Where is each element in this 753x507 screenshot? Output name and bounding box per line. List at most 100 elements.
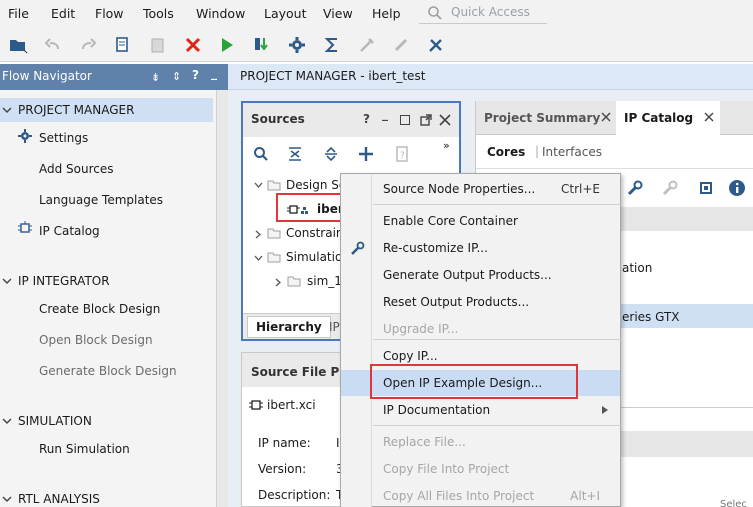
minimize-icon[interactable]: _ bbox=[211, 66, 217, 80]
close-icon[interactable] bbox=[439, 114, 451, 126]
menu-item-upgrade-ip[interactable]: Upgrade IP... bbox=[373, 317, 620, 341]
wrench-disabled-icon[interactable] bbox=[661, 179, 679, 197]
page-title: PROJECT MANAGER - ibert_test bbox=[240, 69, 426, 83]
more-icon[interactable]: » bbox=[443, 139, 450, 152]
nav-settings[interactable]: Settings bbox=[39, 131, 88, 145]
expand-all-icon[interactable] bbox=[323, 146, 339, 162]
settings-gear-icon[interactable] bbox=[287, 35, 307, 55]
menu-item-reset-output-products[interactable]: Reset Output Products... bbox=[373, 290, 620, 314]
copy-icon[interactable] bbox=[113, 35, 133, 55]
open-project-icon[interactable] bbox=[8, 35, 28, 55]
chevron-right-icon[interactable] bbox=[254, 230, 263, 239]
debug-tool-icon[interactable] bbox=[426, 35, 446, 55]
tab-project-summary-label: Project Summary bbox=[484, 111, 601, 125]
collapse-all-icon[interactable]: ⇟ bbox=[151, 71, 160, 84]
help-icon[interactable]: ? bbox=[192, 68, 199, 82]
tab-ip-sources[interactable]: IP bbox=[329, 320, 340, 334]
menu-item-replace-file[interactable]: Replace File... bbox=[373, 430, 620, 454]
wrench-icon[interactable] bbox=[626, 179, 644, 197]
menu-view[interactable]: View bbox=[323, 6, 353, 21]
subtab-interfaces[interactable]: Interfaces bbox=[542, 145, 602, 159]
redo-icon[interactable] bbox=[78, 35, 98, 55]
search-icon[interactable] bbox=[253, 146, 269, 162]
delete-icon[interactable] bbox=[183, 35, 203, 55]
nav-generate-block-design[interactable]: Generate Block Design bbox=[39, 364, 177, 378]
float-icon[interactable] bbox=[420, 114, 432, 126]
menu-tools[interactable]: Tools bbox=[143, 6, 174, 21]
quick-access-search[interactable]: Quick Access bbox=[419, 2, 547, 24]
paste-icon[interactable] bbox=[148, 35, 168, 55]
section-ip-integrator[interactable]: IP INTEGRATOR bbox=[18, 274, 110, 288]
add-icon[interactable] bbox=[358, 146, 374, 162]
help-icon[interactable]: ? bbox=[363, 112, 370, 126]
expand-all-icon[interactable]: ⇕ bbox=[172, 70, 181, 83]
tab-hierarchy[interactable]: Hierarchy bbox=[247, 316, 331, 338]
ip-catalog-subtabs: Cores | Interfaces bbox=[476, 135, 753, 169]
tab-project-summary[interactable]: Project Summary bbox=[476, 101, 614, 135]
minimize-icon[interactable]: _ bbox=[382, 107, 388, 121]
flow-navigator-scrollbar[interactable] bbox=[216, 90, 228, 507]
sigma-icon[interactable] bbox=[322, 35, 342, 55]
undo-icon[interactable] bbox=[43, 35, 63, 55]
chevron-down-icon[interactable] bbox=[2, 105, 12, 115]
close-icon[interactable] bbox=[704, 112, 714, 122]
menu-item-copy-file-into-project[interactable]: Copy File Into Project bbox=[373, 457, 620, 481]
nav-language-templates[interactable]: Language Templates bbox=[39, 193, 163, 207]
menu-window[interactable]: Window bbox=[196, 6, 245, 21]
info-icon[interactable] bbox=[728, 179, 746, 197]
section-simulation[interactable]: SIMULATION bbox=[18, 414, 92, 428]
context-menu-icon-gutter bbox=[341, 174, 372, 507]
menu-edit[interactable]: Edit bbox=[51, 6, 75, 21]
tree-constraints[interactable]: Constrain bbox=[286, 226, 344, 240]
nav-open-block-design[interactable]: Open Block Design bbox=[39, 333, 153, 347]
tree-design-sources[interactable]: Design So bbox=[286, 178, 346, 192]
properties-icon[interactable]: ? bbox=[394, 146, 410, 162]
run-icon[interactable] bbox=[217, 35, 237, 55]
menu-help[interactable]: Help bbox=[372, 6, 401, 21]
submenu-arrow-icon bbox=[602, 406, 608, 414]
flow-navigator-header: Flow Navigator ⇟ ⇕ ? _ bbox=[0, 64, 228, 90]
subtab-cores[interactable]: Cores bbox=[487, 145, 525, 159]
section-project-manager[interactable]: PROJECT MANAGER bbox=[18, 103, 134, 117]
chevron-down-icon[interactable] bbox=[2, 416, 12, 426]
nav-run-simulation[interactable]: Run Simulation bbox=[39, 442, 130, 456]
nav-ip-catalog[interactable]: IP Catalog bbox=[39, 224, 100, 238]
maximize-icon[interactable] bbox=[400, 115, 410, 125]
menu-item-label: Re-customize IP... bbox=[383, 241, 488, 255]
project-manager-bar: PROJECT MANAGER - ibert_test bbox=[228, 64, 753, 90]
menu-item-source-node-properties[interactable]: Source Node Properties... Ctrl+E bbox=[373, 177, 620, 201]
section-rtl-analysis[interactable]: RTL ANALYSIS bbox=[18, 492, 100, 506]
menu-item-enable-core-container[interactable]: Enable Core Container bbox=[373, 209, 620, 233]
prop-label-version: Version: bbox=[258, 462, 307, 476]
collapse-all-icon[interactable] bbox=[287, 146, 303, 162]
program-device-icon[interactable] bbox=[252, 35, 272, 55]
menu-separator bbox=[373, 339, 621, 340]
menu-layout[interactable]: Layout bbox=[264, 6, 307, 21]
nav-add-sources[interactable]: Add Sources bbox=[39, 162, 114, 176]
tree-sim-1[interactable]: sim_1 bbox=[307, 274, 342, 288]
nav-create-block-design[interactable]: Create Block Design bbox=[39, 302, 160, 316]
chevron-down-icon[interactable] bbox=[254, 254, 263, 263]
chip-icon[interactable] bbox=[697, 179, 715, 197]
source-file-name: ibert.xci bbox=[267, 398, 316, 412]
tab-ip-catalog[interactable]: IP Catalog bbox=[616, 101, 720, 135]
menu-item-copy-all-files-into-project[interactable]: Copy All Files Into Project Alt+I bbox=[373, 484, 620, 507]
subtab-separator: | bbox=[535, 144, 540, 158]
menu-flow[interactable]: Flow bbox=[95, 6, 124, 21]
menu-item-generate-output-products[interactable]: Generate Output Products... bbox=[373, 263, 620, 287]
menu-file[interactable]: File bbox=[8, 6, 29, 21]
ip-core-icon bbox=[18, 221, 32, 235]
chevron-down-icon[interactable] bbox=[2, 494, 12, 504]
disabled-tool-icon[interactable] bbox=[357, 35, 377, 55]
menu-item-recustomize-ip[interactable]: Re-customize IP... bbox=[373, 236, 620, 260]
close-icon[interactable] bbox=[601, 112, 611, 122]
menu-item-ip-documentation[interactable]: IP Documentation bbox=[373, 398, 620, 422]
chevron-down-icon[interactable] bbox=[254, 181, 263, 190]
details-footer-text: Selec bbox=[720, 499, 747, 507]
menu-separator bbox=[373, 204, 621, 205]
menu-item-label: Generate Output Products... bbox=[383, 268, 552, 282]
chevron-right-icon[interactable] bbox=[274, 278, 283, 287]
sources-header: Sources ? _ bbox=[243, 103, 459, 137]
chevron-down-icon[interactable] bbox=[2, 276, 12, 286]
disabled-tool2-icon[interactable] bbox=[391, 35, 411, 55]
